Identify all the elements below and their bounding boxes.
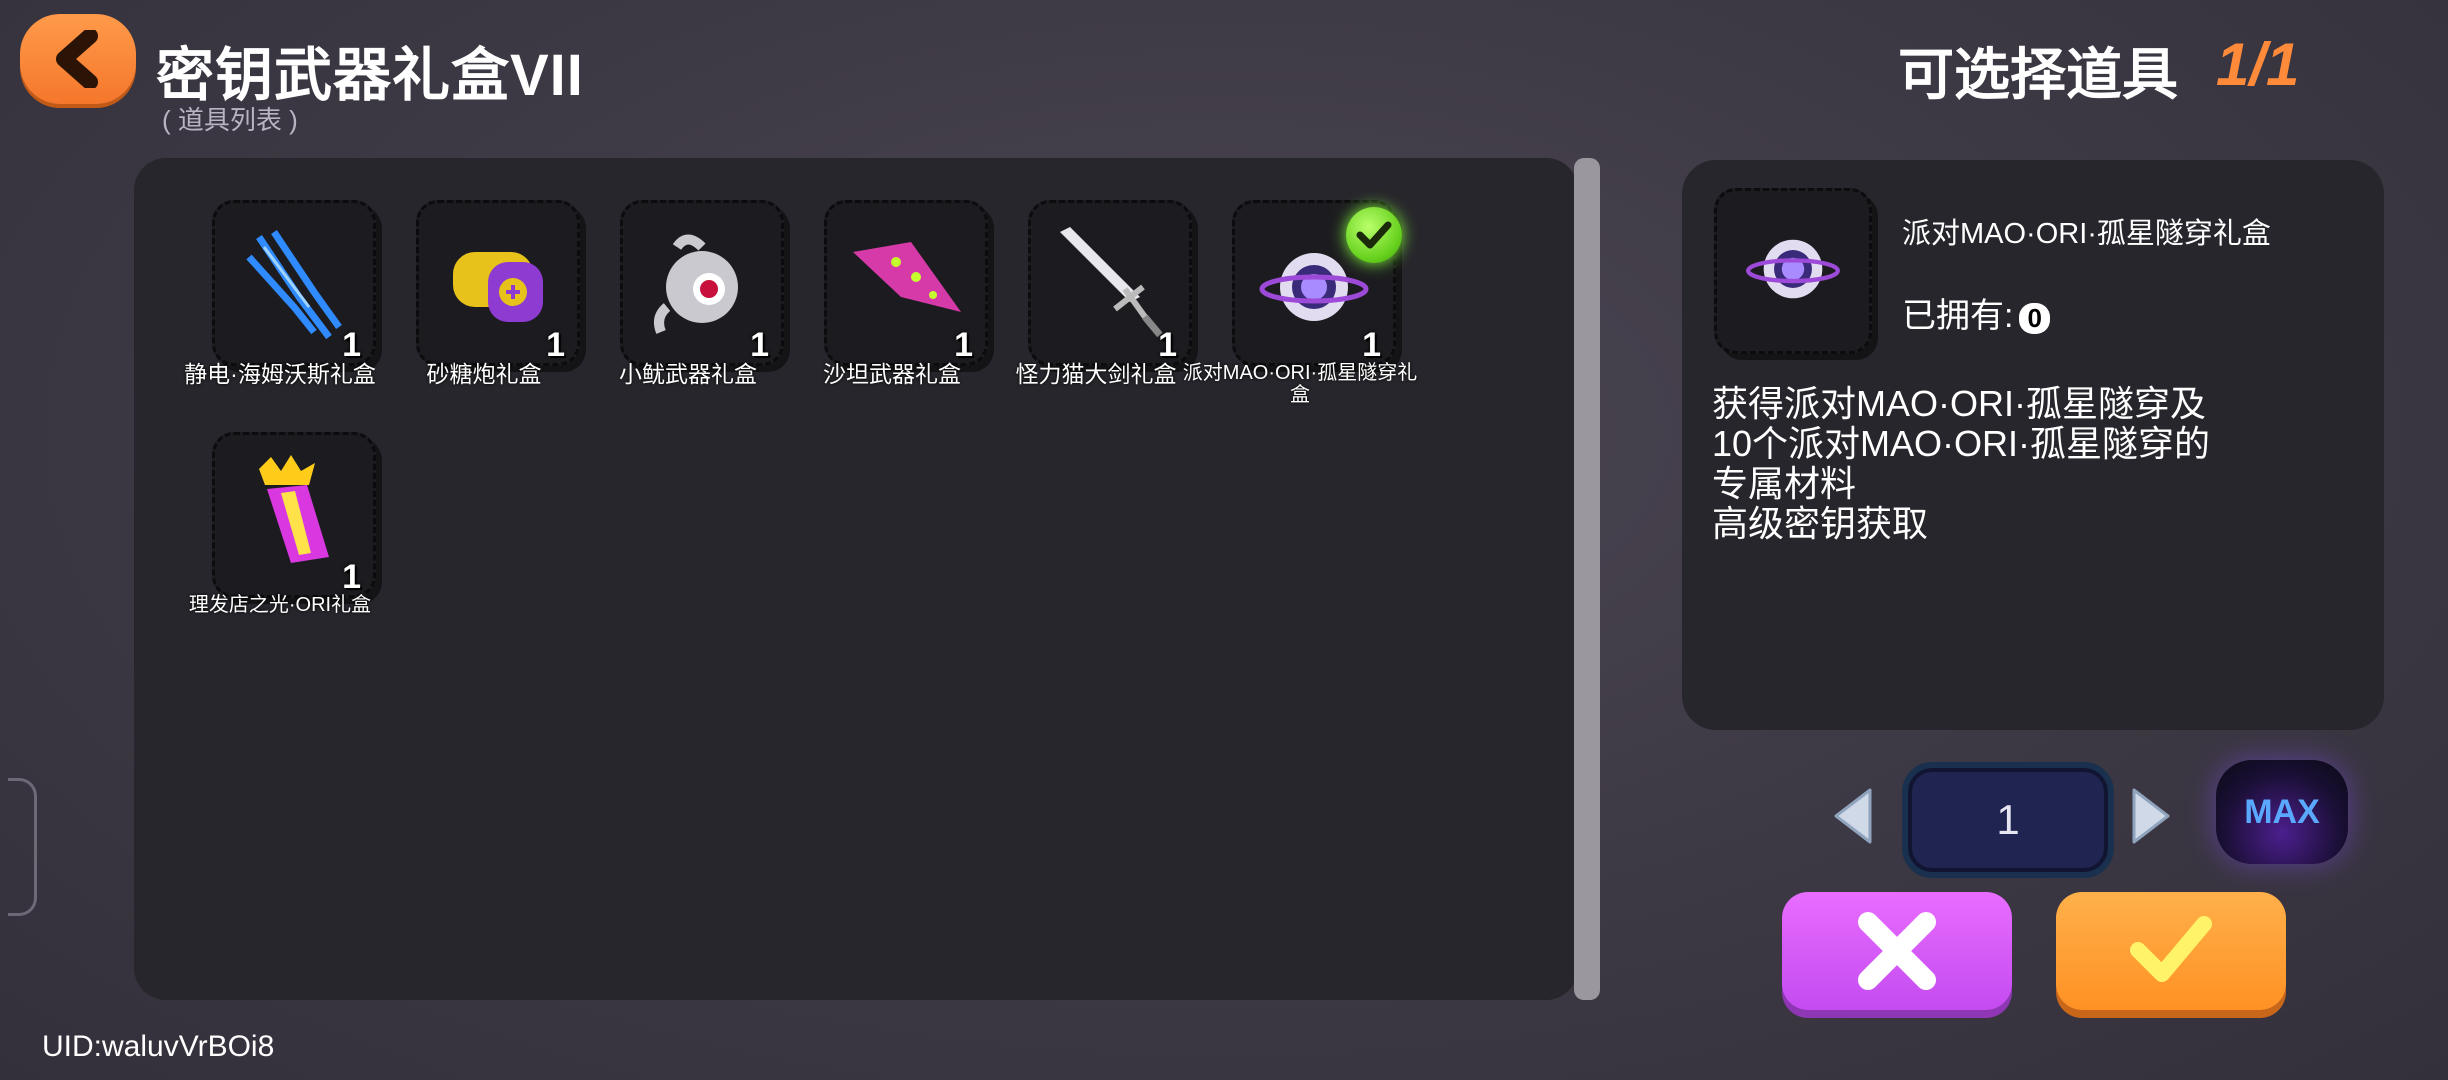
side-drawer-handle[interactable]	[8, 778, 37, 916]
item-card[interactable]: 1 小鱿武器礼盒	[588, 200, 784, 387]
squid-weapon-icon	[654, 234, 738, 334]
close-icon	[1858, 912, 1936, 990]
description-line: 高级密钥获取	[1712, 503, 1929, 544]
description-line: 获得派对MAO·ORI·孤星隧穿及	[1712, 383, 2206, 424]
detail-item-name: 派对MAO·ORI·孤星隧穿礼盒	[1902, 218, 2271, 250]
owned-label: 已拥有:	[1902, 297, 2014, 335]
scrollbar[interactable]	[1574, 158, 1600, 1000]
selectable-count: 1/1	[2216, 31, 2300, 98]
confirm-button[interactable]	[2056, 892, 2286, 1010]
candy-cannon-icon	[453, 252, 543, 322]
description-line: 专属材料	[1712, 463, 1857, 504]
item-quantity: 1	[546, 326, 565, 364]
selectable-label: 可选择道具	[1898, 43, 2178, 106]
item-quantity: 1	[954, 326, 973, 364]
pink-blade-icon	[853, 242, 961, 312]
item-card[interactable]: 1 砂糖炮礼盒	[384, 200, 580, 387]
item-slot: 1	[212, 432, 376, 598]
item-slot: 1	[212, 200, 376, 366]
item-slot: 1	[824, 200, 988, 366]
item-quantity: 1	[342, 558, 361, 596]
checkmark-icon	[2130, 916, 2212, 982]
back-button[interactable]	[20, 14, 136, 104]
owned-value: 0	[2019, 302, 2050, 334]
item-name: 理发店之光·ORI礼盒	[188, 594, 372, 616]
decrease-arrow-icon[interactable]	[1830, 786, 1876, 846]
page-subtitle: ( 道具列表 )	[162, 105, 298, 135]
item-quantity: 1	[342, 326, 361, 364]
increase-arrow-icon[interactable]	[2128, 786, 2174, 846]
item-slot: 1	[1028, 200, 1192, 366]
cancel-button[interactable]	[1782, 892, 2012, 1010]
crowned-crystal-icon	[259, 455, 329, 563]
item-quantity: 1	[750, 326, 769, 364]
planet-orb-icon	[1746, 239, 1840, 299]
user-uid: UID:waluvVrBOi8	[42, 1030, 275, 1063]
description-line: 10个派对MAO·ORI·孤星隧穿的	[1712, 423, 2211, 464]
item-card[interactable]: 1 沙坦武器礼盒	[792, 200, 988, 387]
item-name: 派对MAO·ORI·孤星隧穿礼盒	[1182, 362, 1418, 406]
item-quantity: 1	[1362, 326, 1381, 364]
item-description: 获得派对MAO·ORI·孤星隧穿及 10个派对MAO·ORI·孤星隧穿的 专属材…	[1712, 384, 2352, 544]
item-card[interactable]: 1 理发店之光·ORI礼盒	[180, 432, 376, 616]
item-card[interactable]: 1 怪力猫大剑礼盒	[996, 200, 1192, 387]
greatsword-icon	[1060, 227, 1163, 338]
selected-check-icon	[1346, 207, 1402, 263]
item-slot: 1	[416, 200, 580, 366]
owned-count: 已拥有: 0	[1902, 288, 2050, 337]
item-detail-panel: 派对MAO·ORI·孤星隧穿礼盒 已拥有: 0 获得派对MAO·ORI·孤星隧穿及…	[1682, 160, 2384, 730]
item-slot: 1	[620, 200, 784, 366]
detail-item-slot	[1714, 188, 1872, 354]
quantity-input[interactable]: 1	[1902, 762, 2114, 878]
max-button[interactable]: MAX	[2216, 760, 2348, 864]
blue-lightning-claw-icon	[246, 230, 342, 340]
item-quantity: 1	[1158, 326, 1177, 364]
chevron-left-icon	[56, 30, 98, 88]
item-card[interactable]: 1 静电·海姆沃斯礼盒	[180, 200, 376, 387]
